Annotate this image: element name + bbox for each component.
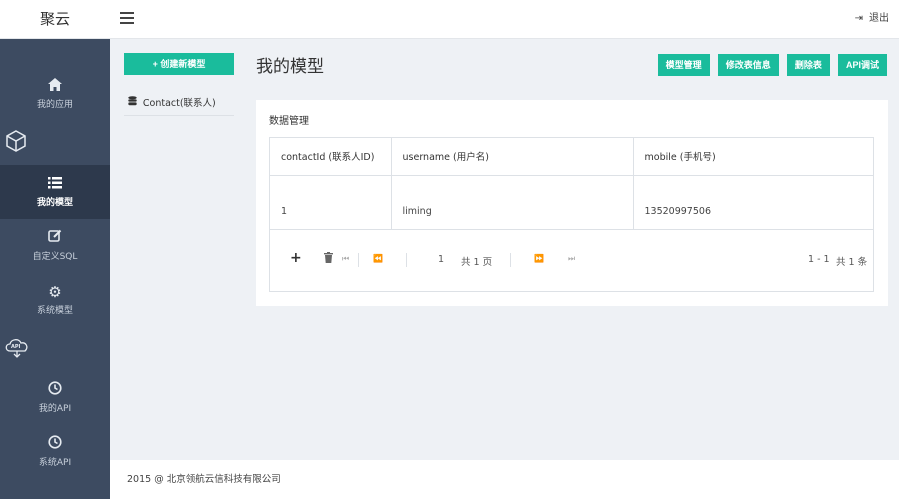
sidebar-item-label: 我的API xyxy=(38,404,72,414)
top-bar: 聚云 ⇥ 退出 xyxy=(0,0,899,39)
sidebar-item-label: 我的模型 xyxy=(36,198,73,208)
model-list-item[interactable]: Contact(联系人) xyxy=(124,95,234,116)
sidebar-item-custom-sql[interactable]: 自定义SQL xyxy=(0,219,110,273)
column-header[interactable]: mobile (手机号) xyxy=(633,138,873,176)
list-icon xyxy=(0,173,110,195)
edit-table-info-button[interactable]: 修改表信息 xyxy=(717,54,779,76)
logout-label: 退出 xyxy=(869,13,889,24)
edit-icon xyxy=(0,227,110,249)
last-page-icon[interactable]: ⏭ xyxy=(568,254,575,264)
sidebar-item-label: 自定义SQL xyxy=(32,252,78,262)
sidebar-item-my-models[interactable]: 我的模型 xyxy=(0,165,110,219)
column-header[interactable]: contactId (联系人ID) xyxy=(270,138,392,176)
pager: + ⏮ ⏪ 1 共 1 页 ⏩ ⏭ 1 - 1 共 1 条 xyxy=(270,229,873,291)
add-row-icon[interactable]: + xyxy=(290,250,302,266)
database-icon xyxy=(128,96,140,109)
sidebar: 我的应用 我的模型 自定义SQL ⚙ 系统模型 API 我的API 系统API xyxy=(0,39,110,499)
table-cell: 13520997506 xyxy=(644,205,712,217)
brand-logo: 聚云 xyxy=(39,10,70,28)
next-page-icon[interactable]: ⏩ xyxy=(534,254,544,263)
sidebar-item-label: 我的应用 xyxy=(36,100,73,110)
table-cell: 1 xyxy=(270,175,392,229)
home-icon xyxy=(0,75,110,97)
data-grid: contactId (联系人ID) username (用户名) mobile … xyxy=(269,137,874,292)
sidebar-item-system-api[interactable]: 系统API xyxy=(0,425,110,479)
page-title: 我的模型 xyxy=(256,57,324,77)
clock-icon xyxy=(0,379,110,401)
cube-logo-icon xyxy=(4,129,32,157)
panel-title: 数据管理 xyxy=(269,116,309,127)
prev-page-icon[interactable]: ⏪ xyxy=(373,254,383,263)
toolbar: 模型管理 修改表信息 删除表 API调试 xyxy=(655,53,887,76)
sidebar-item-label: 系统API xyxy=(38,458,72,468)
logout-button[interactable]: ⇥ 退出 xyxy=(855,0,889,39)
cloud-api-label: API xyxy=(11,344,21,350)
record-range-label: 1 - 1 xyxy=(808,254,830,265)
api-debug-button[interactable]: API调试 xyxy=(837,54,887,76)
clock-icon xyxy=(0,433,110,455)
model-item-label: Contact(联系人) xyxy=(142,98,216,109)
column-header[interactable]: username (用户名) xyxy=(391,138,634,176)
total-records-label: 共 1 条 xyxy=(836,257,868,268)
first-page-icon[interactable]: ⏮ xyxy=(342,254,349,264)
gear-icon: ⚙ xyxy=(48,283,62,301)
trash-icon[interactable] xyxy=(324,252,333,266)
total-pages-label: 共 1 页 xyxy=(461,257,493,268)
sidebar-item-label: 系统模型 xyxy=(36,306,73,316)
menu-toggle-icon[interactable] xyxy=(120,12,134,26)
create-model-button[interactable]: + 创建新模型 xyxy=(124,53,234,75)
sidebar-item-my-api[interactable]: 我的API xyxy=(0,371,110,425)
data-panel: 数据管理 contactId (联系人ID) username (用户名) mo… xyxy=(256,100,888,306)
table-cell: liming xyxy=(391,175,634,229)
delete-table-button[interactable]: 删除表 xyxy=(786,54,830,76)
current-page-value[interactable]: 1 xyxy=(438,254,444,265)
sidebar-item-system-models[interactable]: ⚙ 系统模型 xyxy=(0,273,110,327)
logout-icon: ⇥ xyxy=(854,13,863,24)
table-row[interactable]: 1 liming 13520997506 xyxy=(270,175,873,229)
model-manage-button[interactable]: 模型管理 xyxy=(657,54,710,76)
sidebar-item-my-apps[interactable]: 我的应用 xyxy=(0,67,110,121)
cloud-api-icon: API xyxy=(4,337,34,365)
model-list-column: + 创建新模型 Contact(联系人) xyxy=(124,53,234,116)
footer: 2015 @ 北京领航云信科技有限公司 xyxy=(110,460,899,499)
